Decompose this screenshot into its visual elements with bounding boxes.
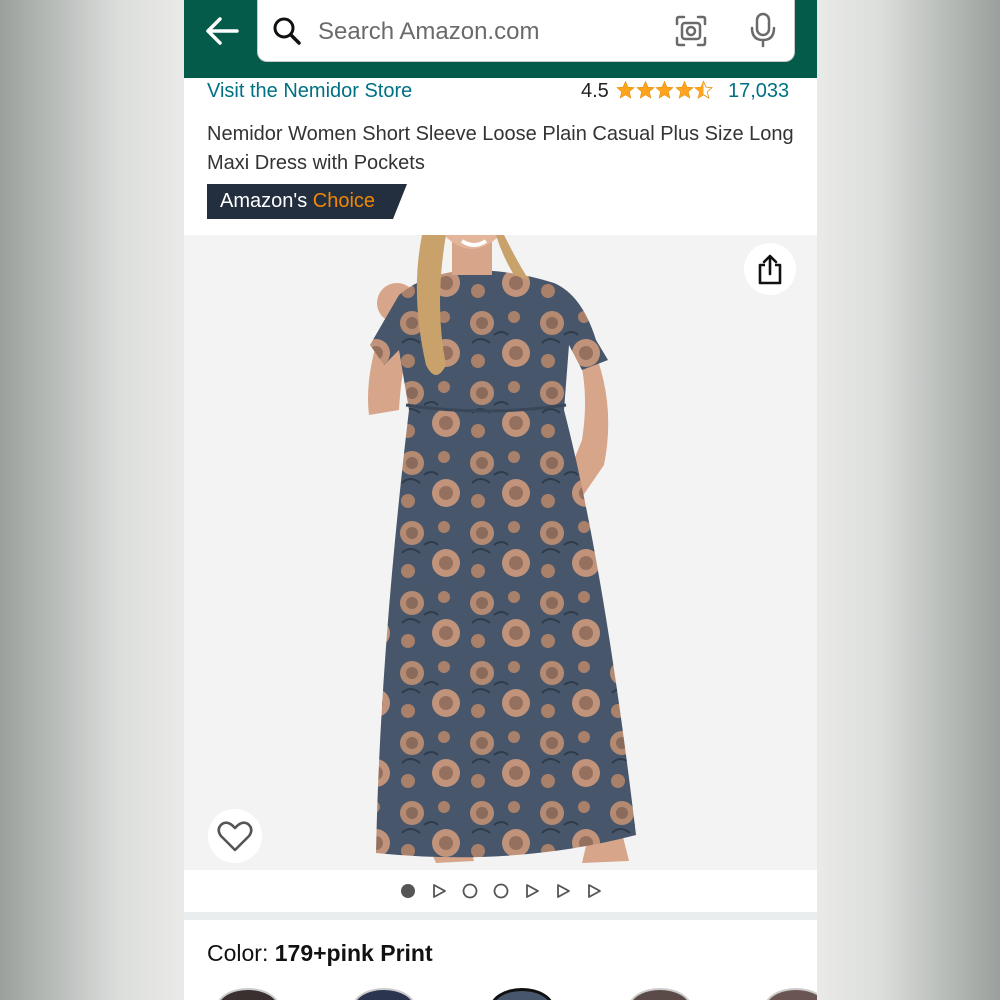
phone-screen: Visit the Nemidor Store 4.5 17,033 Nemid… (184, 0, 817, 1000)
section-divider (184, 912, 817, 920)
heart-icon (217, 821, 253, 852)
image-carousel-indicators (184, 870, 817, 912)
play-icon (432, 884, 446, 898)
top-bar (184, 0, 817, 78)
microphone-icon[interactable] (746, 12, 780, 48)
carousel-video-indicator[interactable] (430, 882, 448, 900)
camera-icon[interactable] (674, 14, 708, 48)
carousel-dot[interactable] (492, 882, 510, 900)
carousel-dot-active[interactable] (399, 882, 417, 900)
carousel-dot[interactable] (461, 882, 479, 900)
back-button[interactable] (202, 13, 242, 49)
star-full-icon (635, 80, 655, 99)
arrow-left-icon (206, 17, 239, 45)
play-icon (587, 884, 601, 898)
star-full-icon (616, 80, 635, 99)
carousel-video-indicator[interactable] (585, 882, 603, 900)
product-image (368, 235, 636, 863)
color-label: Color: (207, 940, 269, 966)
color-selection: Color: 179+pink Print (207, 940, 433, 967)
play-icon (556, 884, 570, 898)
star-rating[interactable] (616, 80, 714, 104)
play-icon (525, 884, 539, 898)
rating-count-link[interactable]: 17,033 (728, 80, 789, 103)
search-bar[interactable] (257, 0, 795, 62)
badge-prefix: Amazon's (220, 190, 308, 212)
rating-value: 4.5 (581, 80, 609, 102)
color-value: 179+pink Print (274, 940, 433, 966)
star-half-icon (694, 80, 713, 99)
amazons-choice-badge[interactable]: Amazon's Choice (207, 184, 407, 219)
share-icon (758, 254, 782, 285)
product-title: Nemidor Women Short Sleeve Loose Plain C… (207, 123, 794, 174)
carousel-video-indicator[interactable] (554, 882, 572, 900)
color-swatch[interactable] (764, 988, 817, 1000)
store-link[interactable]: Visit the Nemidor Store (207, 80, 412, 103)
badge-accent: Choice (312, 190, 376, 212)
product-image-area[interactable] (184, 235, 817, 870)
share-button[interactable] (744, 243, 796, 295)
color-swatches (184, 988, 817, 1000)
search-input[interactable] (316, 12, 650, 52)
star-full-icon (655, 80, 674, 99)
star-full-icon (674, 80, 694, 99)
color-swatch-selected[interactable] (490, 988, 554, 1000)
search-icon (273, 17, 301, 45)
carousel-video-indicator[interactable] (523, 882, 541, 900)
color-swatch[interactable] (352, 988, 416, 1000)
wishlist-button[interactable] (208, 809, 262, 863)
color-swatch[interactable] (216, 988, 280, 1000)
color-swatch[interactable] (628, 988, 692, 1000)
